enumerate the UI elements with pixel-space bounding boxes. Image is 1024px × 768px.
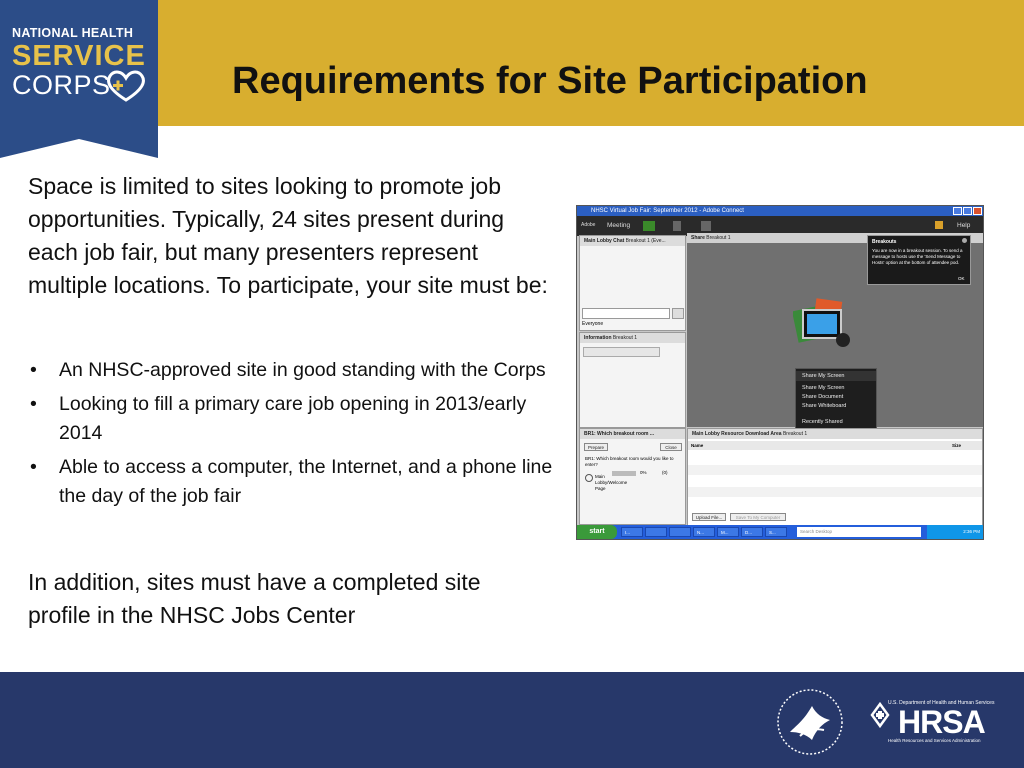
hrsa-wordmark: HRSA <box>898 704 986 740</box>
chat-pane: Main Lobby Chat Breakout 1 (Eve... Every… <box>579 235 686 331</box>
poll-result-bar <box>612 471 636 476</box>
download-pane-title: Main Lobby Resource Download Area <box>692 431 782 437</box>
popup-close-icon[interactable] <box>962 238 967 243</box>
bullet-glyph: • <box>30 456 37 478</box>
table-row <box>688 487 982 497</box>
bullet-glyph: • <box>30 359 37 381</box>
poll-percent: 0% <box>640 470 647 475</box>
microphone-icon[interactable] <box>673 221 681 231</box>
hrsa-subtitle: Health Resources and Services Administra… <box>888 738 981 743</box>
minimize-button[interactable] <box>953 207 962 215</box>
help-menu[interactable]: Help <box>957 222 970 229</box>
chat-pane-title: Main Lobby Chat <box>584 238 625 244</box>
nhsc-logo: NATIONAL HEALTH SERVICE CORPS <box>0 0 158 158</box>
prepare-button[interactable]: Prepare <box>584 443 608 451</box>
poll-count: (0) <box>662 470 668 475</box>
logo-line-1: NATIONAL HEALTH <box>12 26 134 40</box>
breakouts-popup: Breakouts You are now in a breakout sess… <box>867 235 971 285</box>
poll-pane-header: BR1: Which breakout room ... <box>580 429 685 439</box>
meeting-menu[interactable]: Meeting <box>607 222 630 229</box>
logo-line-3: CORPS <box>12 70 111 100</box>
download-pane-header: Main Lobby Resource Download Area Breako… <box>688 429 982 439</box>
name-column-header: Name <box>691 443 704 448</box>
taskbar-item[interactable]: D... <box>741 527 763 537</box>
slide-title: Requirements for Site Participation <box>232 60 868 102</box>
share-pane-title: Share <box>691 235 705 241</box>
share-whiteboard-item[interactable]: Share Whiteboard <box>802 403 846 409</box>
table-header: Name Size <box>688 441 982 450</box>
everyone-tab[interactable]: Everyone <box>582 321 603 327</box>
hhs-eagle-seal-icon <box>777 689 843 755</box>
taskbar-item[interactable]: I... <box>621 527 643 537</box>
hrsa-logo-icon <box>870 702 890 728</box>
share-media-icon <box>793 298 850 347</box>
outro-paragraph: In addition, sites must have a completed… <box>28 569 481 628</box>
list-item-text: An NHSC-approved site in good standing w… <box>59 359 546 381</box>
bullet-glyph: • <box>30 393 37 415</box>
list-item: • Looking to fill a primary care job open… <box>30 390 560 448</box>
poll-pane: BR1: Which breakout room ... Prepare Clo… <box>579 428 686 525</box>
webcam-icon[interactable] <box>701 221 711 231</box>
taskbar-item[interactable]: N... <box>693 527 715 537</box>
download-pane-subtitle: Breakout 1 <box>782 431 808 437</box>
table-row <box>688 465 982 475</box>
popup-ok-button[interactable]: OK <box>958 276 965 281</box>
popup-title: Breakouts <box>872 239 897 245</box>
list-item: • An NHSC-approved site in good standing … <box>30 356 560 385</box>
download-pane: Main Lobby Resource Download Area Breako… <box>687 428 983 526</box>
adobe-logo: Adobe <box>581 222 596 228</box>
recently-shared-item[interactable]: Recently Shared <box>802 419 843 425</box>
maximize-button[interactable] <box>963 207 972 215</box>
info-pane-header: Information Breakout 1 <box>580 333 685 343</box>
tools-icon[interactable] <box>935 221 943 229</box>
speaker-icon[interactable] <box>643 221 655 231</box>
taskbar-item[interactable]: S... <box>765 527 787 537</box>
text-format-toolbar[interactable] <box>583 347 660 357</box>
close-poll-button[interactable]: Close <box>660 443 682 451</box>
desktop-search-input[interactable]: Search Desktop <box>797 527 921 537</box>
requirements-list: • An NHSC-approved site in good standing … <box>30 356 560 516</box>
poll-option-label: Main Lobby/Welcome Page <box>595 474 628 491</box>
heart-plus-icon <box>107 70 145 102</box>
chat-input[interactable] <box>582 308 670 319</box>
upload-file-button[interactable]: Upload File... <box>692 513 726 521</box>
share-pane-subtitle: Breakout 1 <box>706 235 731 241</box>
size-column-header: Size <box>952 443 962 448</box>
windows-taskbar: start I... N... M... D... S... Search De… <box>577 525 983 539</box>
chat-pane-header: Main Lobby Chat Breakout 1 (Eve... <box>580 236 685 246</box>
list-item-text: Able to access a computer, the Internet,… <box>59 456 553 507</box>
system-clock: 2:36 PM <box>927 525 983 539</box>
share-document-item[interactable]: Share Document <box>802 394 843 400</box>
poll-question: BR1: Which breakout room would you like … <box>585 456 674 467</box>
close-button[interactable] <box>973 207 982 215</box>
taskbar-item[interactable]: M... <box>717 527 739 537</box>
share-menu: Share My Screen Share My Screen Share Do… <box>795 368 877 432</box>
share-menu-header[interactable]: Share My Screen <box>796 371 876 381</box>
chat-pane-subtitle: Breakout 1 (Eve... <box>625 238 666 244</box>
info-pane-title: Information <box>584 335 612 341</box>
popup-text: You are now in a breakout session. To se… <box>872 248 963 265</box>
list-item: • Able to access a computer, the Internet… <box>30 453 560 511</box>
info-pane-subtitle: Breakout 1 <box>612 335 638 341</box>
save-to-computer-button[interactable]: Save To My Computer <box>730 513 786 521</box>
window-titlebar: NHSC Virtual Job Fair: September 2012 - … <box>577 206 983 216</box>
taskbar-item[interactable] <box>669 527 691 537</box>
adobe-connect-screenshot: NHSC Virtual Job Fair: September 2012 - … <box>576 205 984 540</box>
poll-option-radio[interactable] <box>585 474 593 482</box>
info-pane: Information Breakout 1 <box>579 332 686 428</box>
taskbar-item[interactable] <box>645 527 667 537</box>
start-button[interactable]: start <box>577 525 617 539</box>
intro-paragraph: Space is limited to sites looking to pro… <box>28 173 548 298</box>
send-message-button[interactable] <box>672 308 684 319</box>
window-title: NHSC Virtual Job Fair: September 2012 - … <box>591 208 744 214</box>
share-screen-item[interactable]: Share My Screen <box>802 385 845 391</box>
list-item-text: Looking to fill a primary care job openi… <box>59 393 527 444</box>
